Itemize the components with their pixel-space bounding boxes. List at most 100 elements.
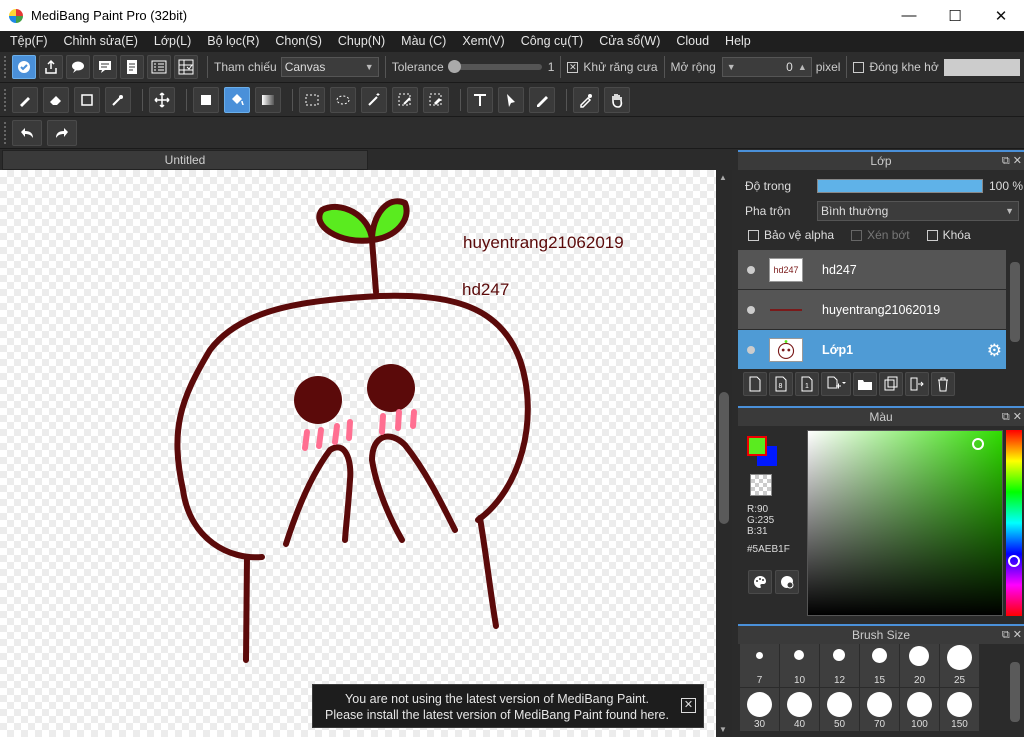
brush-size-cell[interactable]: 30 xyxy=(740,688,779,731)
reference-select[interactable]: Canvas ▼ xyxy=(280,57,379,77)
scroll-thumb[interactable] xyxy=(719,392,729,524)
menu-snap[interactable]: Chụp(N) xyxy=(330,31,393,52)
scroll-thumb[interactable] xyxy=(1010,262,1020,342)
scroll-up-icon[interactable]: ▲ xyxy=(719,173,727,182)
comment-button[interactable] xyxy=(93,55,117,79)
panel-window-icons[interactable]: ⧉ ✕ xyxy=(1002,408,1022,426)
panel-window-icons[interactable]: ⧉ ✕ xyxy=(1002,626,1022,644)
close-gap-slider[interactable] xyxy=(943,58,1020,76)
canvas-scrollbar[interactable]: ▲ ▼ xyxy=(716,170,732,737)
undo-button[interactable] xyxy=(12,119,42,146)
text-tool-button[interactable] xyxy=(467,86,493,113)
menu-window[interactable]: Cửa sổ(W) xyxy=(591,31,668,52)
eraser-tool-button[interactable] xyxy=(43,86,69,113)
eyedropper-tool-button[interactable] xyxy=(573,86,599,113)
close-gap-checkbox[interactable] xyxy=(853,61,865,73)
scroll-down-icon[interactable]: ▼ xyxy=(719,725,727,734)
minimize-button[interactable]: — xyxy=(886,0,932,31)
color-picker-handle[interactable] xyxy=(972,438,984,450)
brush-size-cell[interactable]: 15 xyxy=(860,644,899,687)
select-eraser-tool-button[interactable] xyxy=(423,86,449,113)
brush-size-cell[interactable]: 70 xyxy=(860,688,899,731)
list-button[interactable] xyxy=(147,55,171,79)
visibility-icon[interactable] xyxy=(747,265,755,274)
menu-layer[interactable]: Lớp(L) xyxy=(146,31,199,52)
brush-size-cell[interactable]: 20 xyxy=(900,644,939,687)
lock-checkbox[interactable] xyxy=(926,229,938,241)
close-window-button[interactable]: ✕ xyxy=(978,0,1024,31)
slider-knob[interactable] xyxy=(447,60,461,73)
divide-tool-button[interactable] xyxy=(529,86,555,113)
grid-button[interactable] xyxy=(174,55,198,79)
delete-layer-button[interactable] xyxy=(931,372,955,396)
brush-scrollbar[interactable] xyxy=(1008,644,1022,737)
toolbar-grip[interactable] xyxy=(4,56,8,78)
spin-down-icon[interactable]: ▼ xyxy=(727,58,736,76)
share-button[interactable] xyxy=(39,55,63,79)
palette-button[interactable] xyxy=(748,570,772,594)
fill-shape-tool-button[interactable] xyxy=(193,86,219,113)
bucket-tool-button[interactable] xyxy=(224,86,250,113)
menu-cloud[interactable]: Cloud xyxy=(668,31,717,52)
lasso-tool-button[interactable] xyxy=(330,86,356,113)
layer-row-selected[interactable]: Lớp1 ⚙ xyxy=(738,330,1006,370)
drawing-canvas[interactable]: huyentrang21062019 hd247 xyxy=(0,170,716,737)
menu-help[interactable]: Help xyxy=(717,31,759,52)
toolbar-grip[interactable] xyxy=(4,121,8,144)
protect-alpha-checkbox[interactable] xyxy=(748,229,759,241)
check-button[interactable] xyxy=(12,55,36,79)
layer-row[interactable]: huyentrang21062019 xyxy=(738,290,1006,330)
menu-select[interactable]: Chọn(S) xyxy=(267,31,330,52)
brush-size-cell[interactable]: 10 xyxy=(780,644,819,687)
transparent-color-swatch[interactable] xyxy=(750,474,772,496)
gradient-tool-button[interactable] xyxy=(255,86,281,113)
document-tab[interactable]: Untitled xyxy=(2,150,368,170)
hue-slider[interactable] xyxy=(1006,430,1022,616)
visibility-icon[interactable] xyxy=(747,345,755,354)
menu-filter[interactable]: Bộ lọc(R) xyxy=(199,31,267,52)
blend-mode-select[interactable]: Bình thường ▼ xyxy=(817,200,1019,221)
brush-size-cell[interactable]: 50 xyxy=(820,688,859,731)
tolerance-slider[interactable] xyxy=(447,60,542,73)
operation-tool-button[interactable] xyxy=(498,86,524,113)
menu-edit[interactable]: Chỉnh sửa(E) xyxy=(56,31,146,52)
new-1bit-layer-button[interactable]: 1 xyxy=(795,372,819,396)
page-button[interactable] xyxy=(120,55,144,79)
foreground-color-swatch[interactable] xyxy=(747,436,767,456)
brush-size-cell[interactable]: 12 xyxy=(820,644,859,687)
maximize-button[interactable]: ☐ xyxy=(932,0,978,31)
clipping-checkbox[interactable] xyxy=(851,229,863,241)
palette-settings-button[interactable] xyxy=(775,570,799,594)
panel-window-icons[interactable]: ⧉ ✕ xyxy=(1002,152,1022,170)
brush-size-cell[interactable]: 150 xyxy=(940,688,979,731)
scroll-thumb[interactable] xyxy=(1010,662,1020,722)
new-8bit-layer-button[interactable]: 8 xyxy=(769,372,793,396)
select-rect-tool-button[interactable] xyxy=(299,86,325,113)
update-notification[interactable]: You are not using the latest version of … xyxy=(312,684,704,728)
expand-spinner[interactable]: ▼ 0 ▲ xyxy=(721,57,812,77)
brush-size-cell[interactable]: 7 xyxy=(740,644,779,687)
folder-button[interactable] xyxy=(853,372,877,396)
opacity-slider[interactable] xyxy=(817,178,983,193)
close-notice-button[interactable]: ✕ xyxy=(681,698,696,713)
menu-view[interactable]: Xem(V) xyxy=(454,31,512,52)
antialias-checkbox[interactable]: ✕ xyxy=(567,61,579,73)
redo-button[interactable] xyxy=(47,119,77,146)
brush-tool-button[interactable] xyxy=(12,86,38,113)
brush-size-cell[interactable]: 100 xyxy=(900,688,939,731)
layer-row[interactable]: hd247 hd247 xyxy=(738,250,1006,290)
select-pen-tool-button[interactable] xyxy=(392,86,418,113)
brush-size-cell[interactable]: 25 xyxy=(940,644,979,687)
hand-tool-button[interactable] xyxy=(604,86,630,113)
spin-up-icon[interactable]: ▲ xyxy=(798,58,807,76)
duplicate-layer-button[interactable] xyxy=(879,372,903,396)
menu-file[interactable]: Tệp(F) xyxy=(2,31,56,52)
blur-tool-button[interactable] xyxy=(105,86,131,113)
dot-tool-button[interactable] xyxy=(74,86,100,113)
magic-wand-tool-button[interactable] xyxy=(361,86,387,113)
move-tool-button[interactable] xyxy=(149,86,175,113)
gear-icon[interactable]: ⚙ xyxy=(987,341,1002,361)
add-layer-menu-button[interactable] xyxy=(821,372,851,396)
saturation-value-picker[interactable] xyxy=(807,430,1003,616)
visibility-icon[interactable] xyxy=(747,305,755,314)
